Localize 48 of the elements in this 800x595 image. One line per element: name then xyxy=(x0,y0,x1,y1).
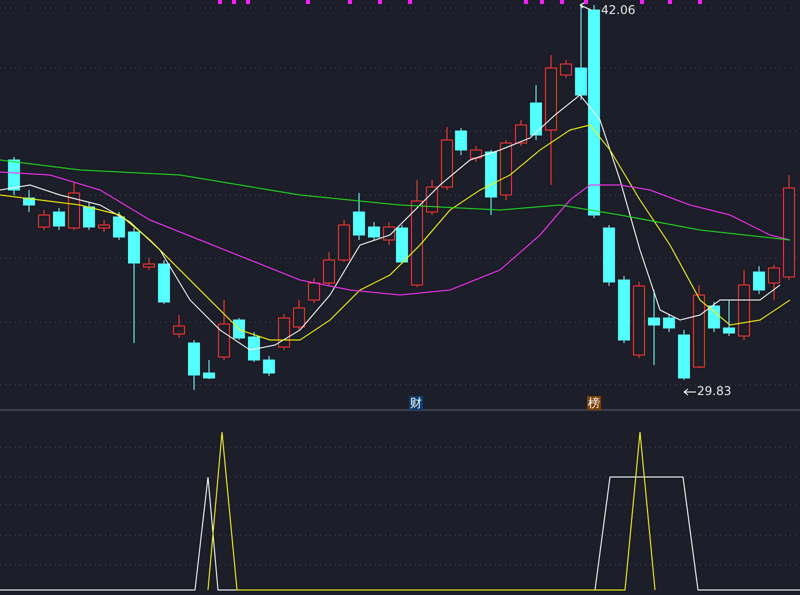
candlestick xyxy=(368,222,380,240)
candlestick xyxy=(603,224,615,286)
candlestick xyxy=(455,128,467,156)
candlestick xyxy=(203,360,215,380)
candlestick xyxy=(618,276,630,344)
candlestick xyxy=(308,278,320,304)
candlestick xyxy=(158,260,170,304)
candlestick xyxy=(218,300,230,360)
candlestick xyxy=(278,314,290,350)
candlestick xyxy=(23,190,35,212)
candlestick xyxy=(323,252,335,286)
candlestick xyxy=(143,258,155,270)
candlestick xyxy=(753,266,765,294)
candlestick xyxy=(8,156,20,196)
arrow-icon xyxy=(580,2,592,10)
candlestick xyxy=(500,140,512,200)
candlestick xyxy=(530,84,542,140)
candlestick xyxy=(708,302,720,332)
arrow-icon xyxy=(684,388,696,396)
candlestick xyxy=(441,126,453,190)
candlestick xyxy=(293,300,305,330)
candlestick xyxy=(113,212,125,240)
candlestick xyxy=(723,300,735,336)
candlestick xyxy=(248,332,260,362)
candlestick xyxy=(173,314,185,338)
candlestick xyxy=(768,264,780,300)
candlestick xyxy=(560,60,572,78)
candlestick xyxy=(53,208,65,230)
candlestick xyxy=(485,150,497,216)
candlestick xyxy=(233,318,245,340)
candlestick xyxy=(38,210,50,230)
candlestick xyxy=(738,270,750,340)
candlestick xyxy=(338,220,350,262)
candlestick xyxy=(353,192,365,240)
event-marker: 财 xyxy=(409,396,423,410)
candlestick xyxy=(98,220,110,232)
candlestick xyxy=(68,182,80,230)
price-label: 29.83 xyxy=(697,384,732,398)
candlestick xyxy=(663,314,675,332)
candlestick xyxy=(263,356,275,376)
event-marker: 榜 xyxy=(587,396,601,410)
candlestick xyxy=(678,330,690,380)
candlestick xyxy=(515,120,527,146)
candlestick xyxy=(188,340,200,390)
candlestick xyxy=(426,180,438,216)
price-label: 42.06 xyxy=(601,3,636,17)
candlestick xyxy=(470,146,482,162)
candlestick xyxy=(83,202,95,230)
